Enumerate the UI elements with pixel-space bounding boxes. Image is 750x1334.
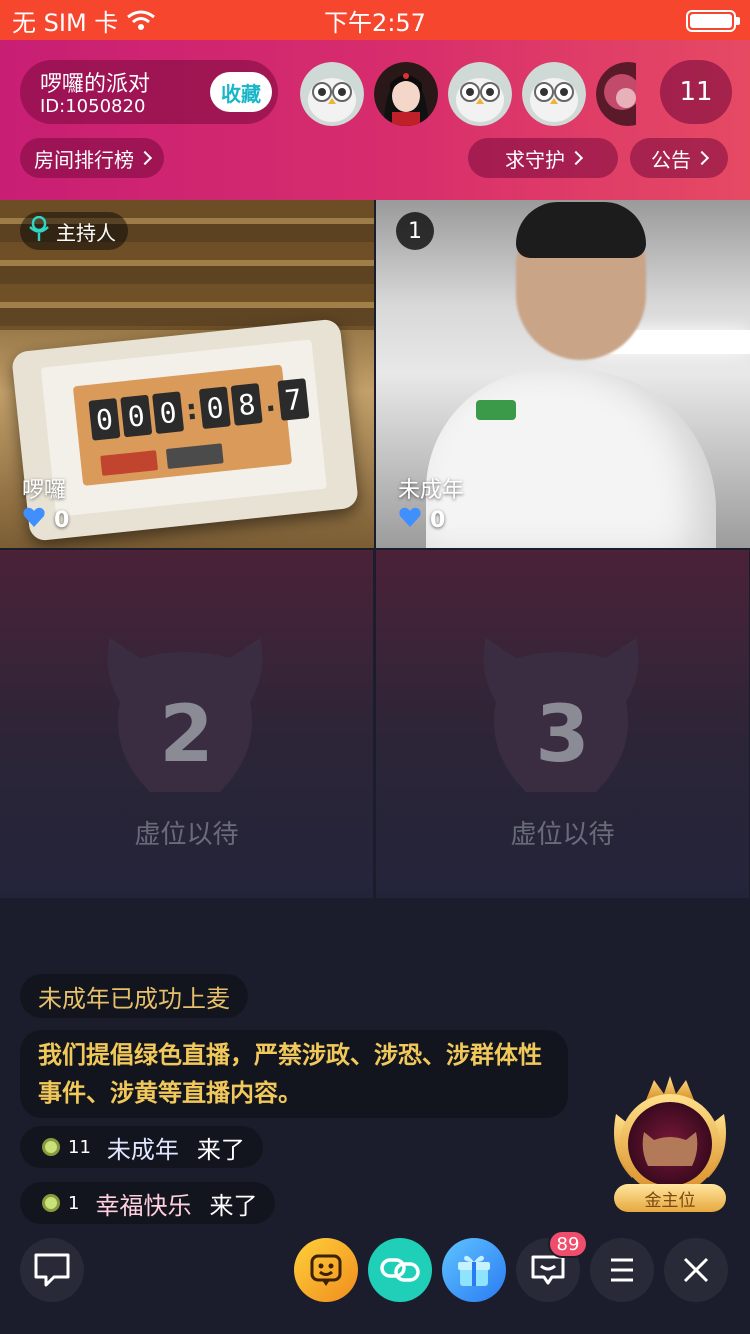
emoji-icon	[310, 1254, 342, 1286]
bottom-toolbar: 89	[0, 1230, 750, 1310]
message-icon	[531, 1255, 565, 1285]
notice-label: 公告	[651, 147, 691, 172]
seat-number: 2	[159, 690, 214, 780]
guard-button[interactable]: 求守护	[468, 138, 618, 178]
unread-badge: 89	[548, 1230, 588, 1258]
person-hair	[516, 202, 646, 258]
room-ranking-button[interactable]: 房间排行榜	[20, 138, 164, 178]
chevron-right-icon	[694, 150, 710, 166]
timer-digits: 0 0 0 : 0 8 . 7	[88, 378, 310, 441]
chevron-right-icon	[568, 150, 584, 166]
empty-seat-2[interactable]: 2 虚位以待	[0, 550, 373, 898]
room-info[interactable]: 啰囉的派对 ID:1050820 收藏	[20, 60, 278, 124]
seat-score-value: 0	[54, 507, 70, 533]
emoji-button[interactable]	[294, 1238, 358, 1302]
menu-icon	[611, 1258, 633, 1282]
join-text: 来了	[209, 1191, 258, 1220]
gift-icon	[458, 1255, 490, 1286]
microphone-icon	[28, 215, 50, 247]
join-text: 来了	[196, 1135, 245, 1164]
status-time: 下午2:57	[324, 8, 426, 37]
avatar[interactable]	[374, 62, 438, 126]
timer-reset-button	[165, 443, 224, 469]
host-seat[interactable]: 0 0 0 : 0 8 . 7 主持人 啰囉 0	[0, 200, 374, 548]
link-icon	[380, 1258, 420, 1282]
shirt-logo	[476, 400, 516, 420]
connect-button[interactable]	[368, 1238, 432, 1302]
battery-fill	[690, 14, 732, 28]
seat-empty-label: 虚位以待	[510, 820, 615, 850]
battery-icon	[686, 10, 740, 32]
empty-seat-3[interactable]: 3 虚位以待	[376, 550, 749, 898]
chat-button[interactable]	[20, 1238, 84, 1302]
timer-digit: 0	[199, 386, 232, 430]
room-notice-message: 我们提倡绿色直播，严禁涉政、涉恐、涉群体性事件、涉黄等直播内容。	[20, 1030, 568, 1118]
timer-digit: 7	[277, 378, 310, 421]
timer-digit: 0	[88, 398, 121, 441]
room-id: ID:1050820	[40, 96, 146, 117]
join-message[interactable]: 11 未成年 来了	[20, 1126, 263, 1168]
timer-digit: 8	[230, 383, 263, 426]
room-name: 啰囉的派对	[40, 72, 151, 97]
seat-number-badge: 1	[396, 212, 434, 250]
phone-screen: 0 0 0 : 0 8 . 7	[40, 339, 327, 517]
system-message: 未成年已成功上麦	[20, 974, 248, 1018]
timer-digit: 0	[120, 394, 153, 438]
notice-button[interactable]: 公告	[630, 138, 728, 178]
seat-score: 0	[22, 506, 69, 534]
host-badge: 主持人	[20, 212, 128, 250]
timer-panel: 0 0 0 : 0 8 . 7	[72, 364, 310, 486]
seat-score: 0	[398, 506, 445, 534]
close-button[interactable]	[664, 1238, 728, 1302]
timer-start-button	[100, 450, 159, 476]
avatar[interactable]	[448, 62, 512, 126]
level-icon	[42, 1138, 60, 1156]
guard-label: 求守护	[505, 147, 565, 172]
guest-video	[406, 202, 726, 548]
chat-icon	[34, 1253, 70, 1287]
join-user-name[interactable]: 未成年	[107, 1130, 179, 1165]
user-level: 11	[68, 1136, 91, 1158]
gift-button[interactable]	[442, 1238, 506, 1302]
avatar[interactable]	[596, 62, 636, 126]
join-user-name[interactable]: 幸福快乐	[95, 1186, 191, 1221]
room-ranking-label: 房间排行榜	[34, 147, 134, 172]
viewer-count[interactable]: 11	[660, 60, 732, 124]
seat-score-value: 0	[430, 507, 446, 533]
seat-number: 3	[535, 690, 590, 780]
seat-user-name: 未成年	[398, 478, 465, 503]
room-header: 啰囉的派对 ID:1050820 收藏 11 房间排行榜 求守护 公告	[0, 40, 750, 200]
audience-avatars	[300, 62, 636, 128]
join-message[interactable]: 1 幸福快乐 来了	[20, 1182, 276, 1224]
timer-digit: 0	[152, 391, 185, 435]
heart-icon	[398, 506, 422, 534]
person-shirt	[426, 370, 716, 548]
timer-colon: :	[184, 392, 199, 427]
favorite-button[interactable]: 收藏	[210, 72, 272, 112]
gold-seat-button[interactable]: 金主位	[608, 1074, 732, 1214]
menu-button[interactable]	[590, 1238, 654, 1302]
user-level: 1	[68, 1192, 80, 1214]
gold-seat-label: 金主位	[614, 1184, 726, 1212]
guest-seat-1[interactable]: 1 未成年 0	[376, 200, 750, 548]
close-icon	[683, 1257, 709, 1283]
status-bar: 无 SIM 卡 下午2:57	[0, 0, 750, 40]
seat-user-name: 啰囉	[22, 478, 67, 503]
avatar[interactable]	[300, 62, 364, 126]
level-icon	[42, 1194, 60, 1212]
heart-icon	[22, 506, 46, 534]
chevron-right-icon	[137, 150, 153, 166]
host-badge-label: 主持人	[56, 220, 116, 245]
avatar[interactable]	[522, 62, 586, 126]
seat-empty-label: 虚位以待	[134, 820, 239, 850]
timer-colon: .	[262, 384, 278, 419]
